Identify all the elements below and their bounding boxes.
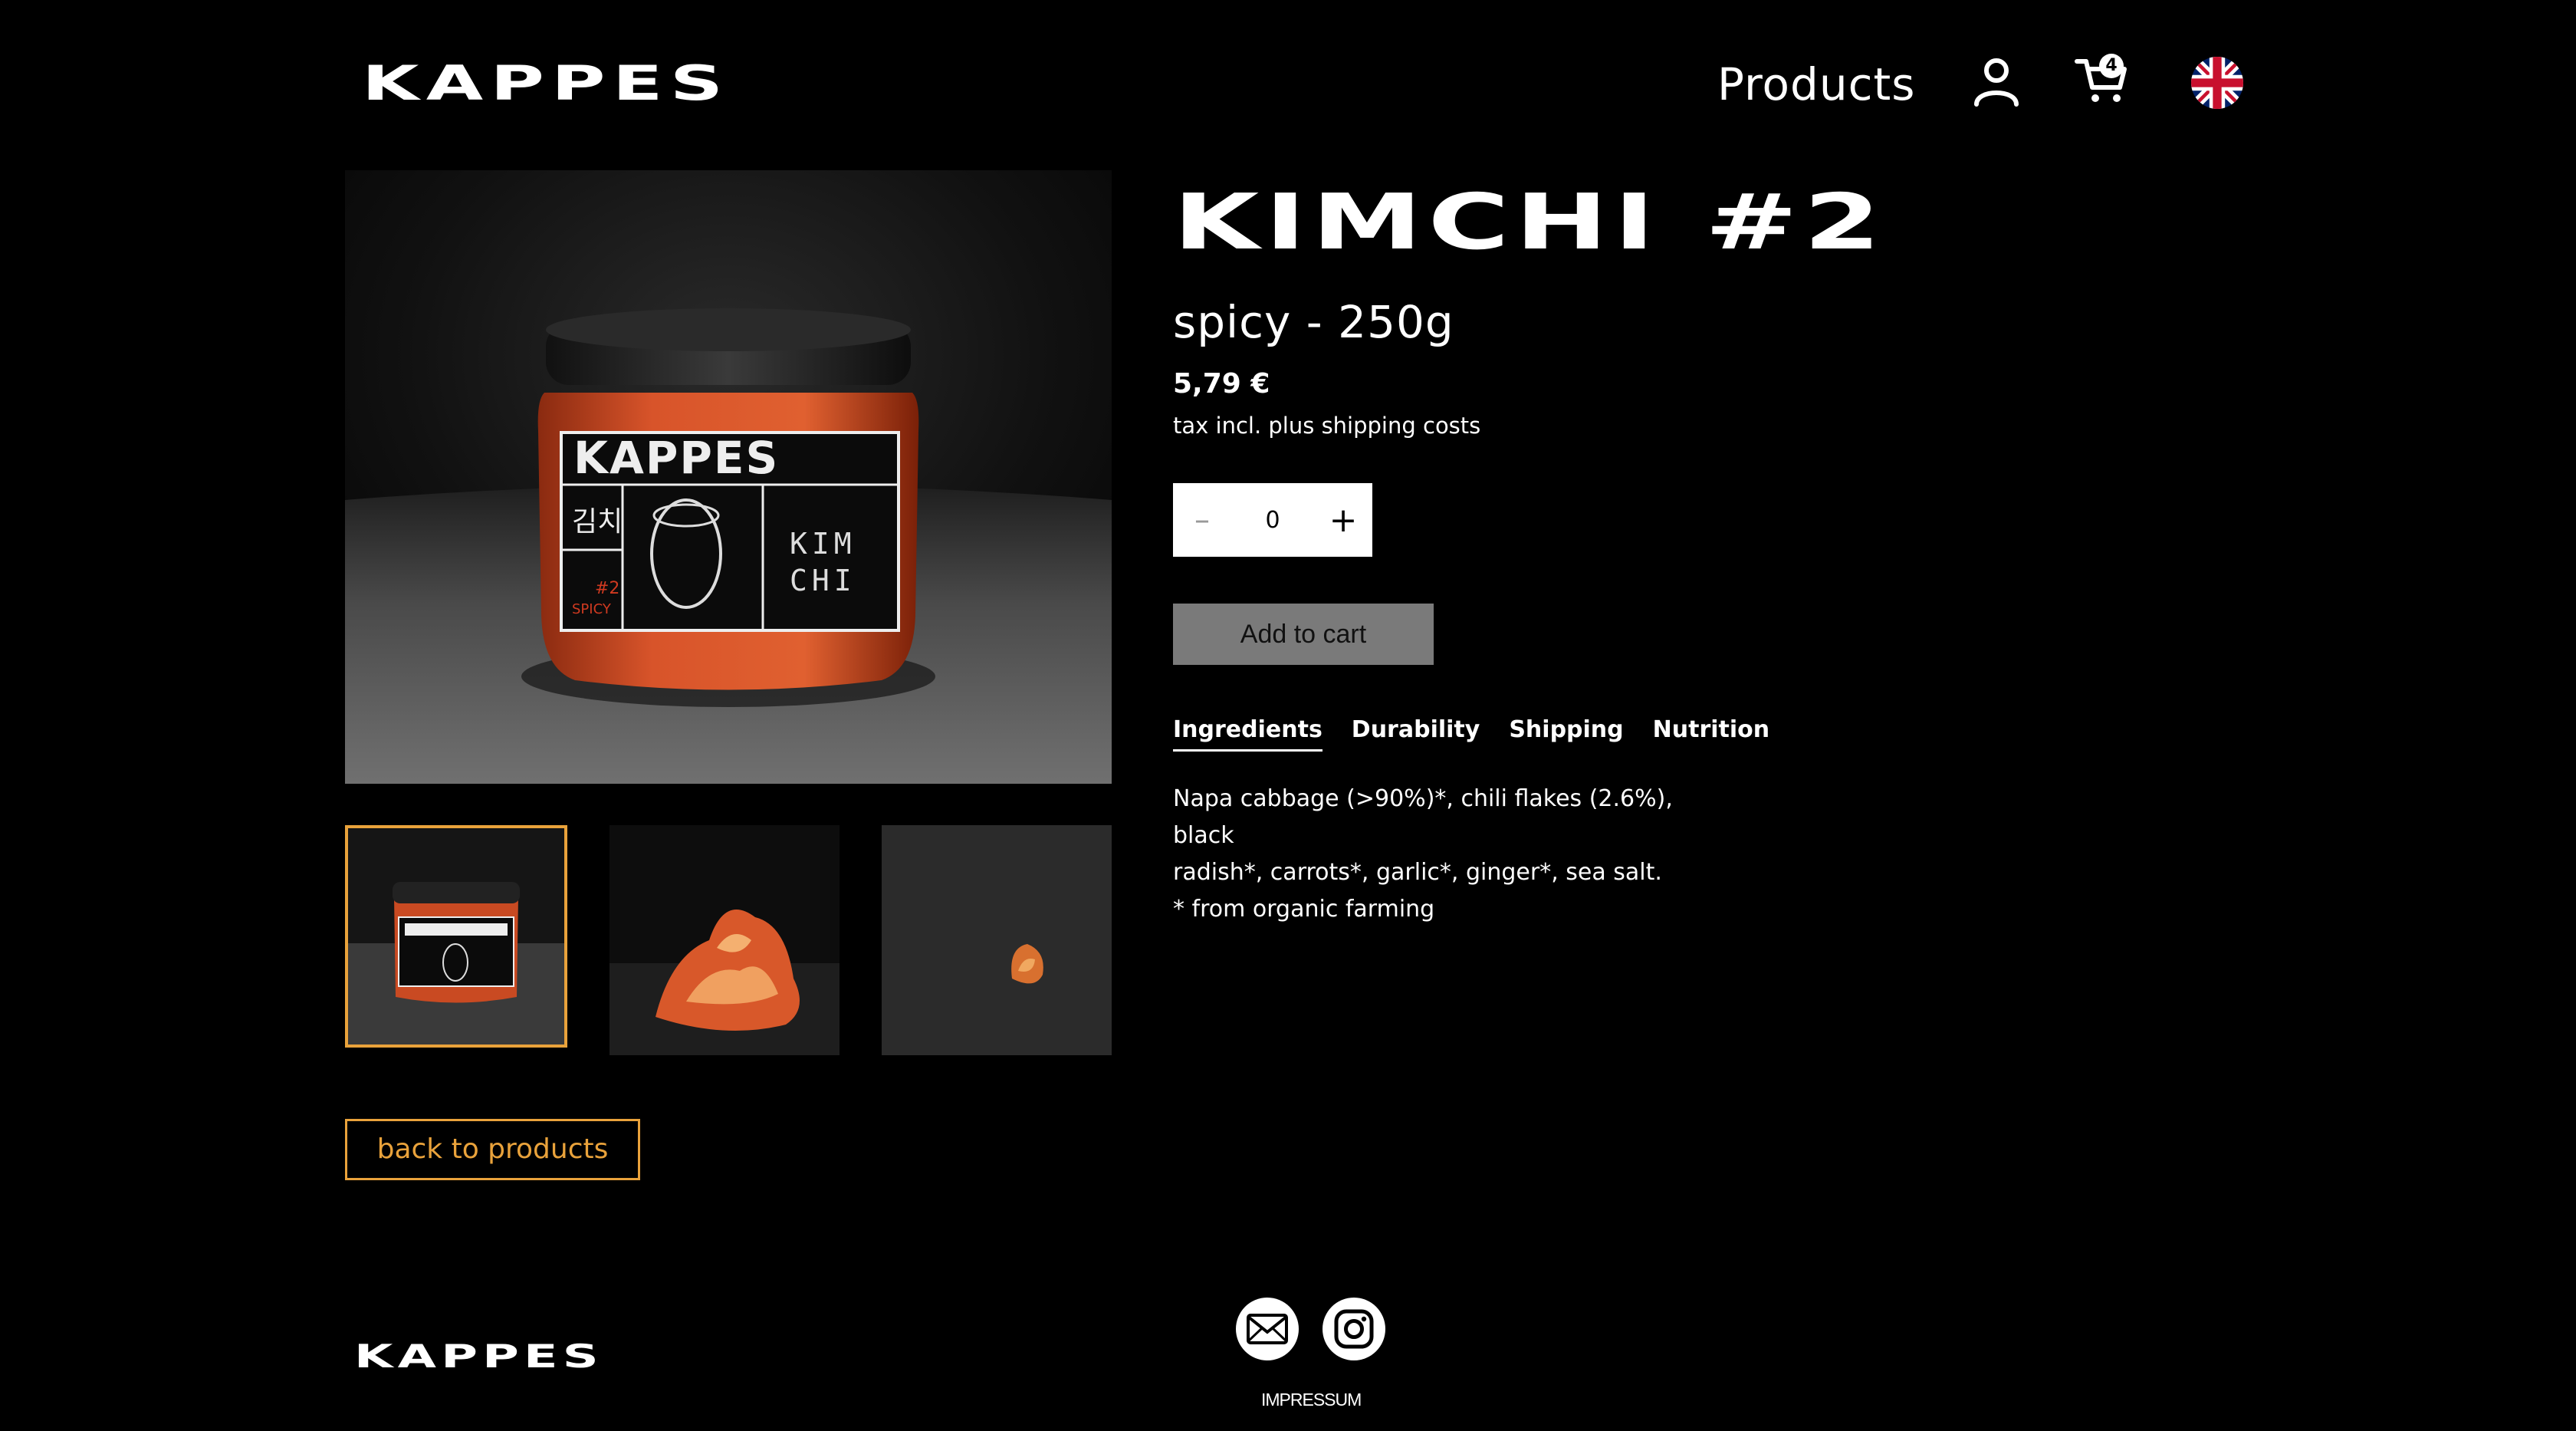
footer-logo[interactable]: KAPPES [354, 1341, 603, 1373]
quantity-decrease-button[interactable]: – [1187, 502, 1217, 538]
product-price: 5,79 € [1173, 368, 1270, 400]
ingredients-line: radish*, carrots*, garlic*, ginger*, sea… [1173, 859, 1662, 886]
tab-ingredients[interactable]: Ingredients [1173, 716, 1322, 752]
impressum-link[interactable]: IMPRESSUM [1261, 1390, 1362, 1410]
product-info-tabs: Ingredients Durability Shipping Nutritio… [1173, 716, 1769, 752]
tax-note: tax incl. plus shipping costs [1173, 413, 1481, 439]
quantity-value[interactable]: 0 [1265, 507, 1280, 534]
quantity-increase-button[interactable]: + [1328, 501, 1359, 540]
tab-nutrition[interactable]: Nutrition [1653, 716, 1769, 752]
thumbnail-kimchi-pile[interactable] [610, 825, 840, 1055]
quantity-stepper[interactable]: – 0 + [1173, 483, 1372, 557]
product-main-image: KAPPES 김치 #2 SPICY KIM CHI [345, 170, 1112, 784]
nav-products-link[interactable]: Products [1717, 58, 1915, 110]
add-to-cart-button[interactable]: Add to cart [1173, 604, 1434, 665]
uk-flag-icon[interactable] [2191, 57, 2243, 109]
back-to-products-button[interactable]: back to products [345, 1119, 640, 1180]
cart-count-badge: 4 [2099, 54, 2124, 78]
organic-note: * from organic farming [1173, 896, 1435, 923]
jar-label-number: #2 [595, 579, 619, 598]
jar-label-brand: KAPPES [573, 432, 779, 484]
user-icon[interactable] [1969, 54, 2024, 109]
thumbnail-jar[interactable] [345, 825, 567, 1048]
jar-label-variant: SPICY [572, 601, 612, 617]
tab-durability[interactable]: Durability [1352, 716, 1480, 752]
thumbnail-kimchi-piece[interactable] [882, 825, 1112, 1055]
product-title: KIMCHI #2 [1173, 177, 1887, 267]
mail-icon[interactable] [1236, 1298, 1299, 1360]
ingredients-text: Napa cabbage (>90%)*, chili flakes (2.6%… [1173, 781, 1725, 928]
site-logo[interactable]: KAPPES [362, 60, 730, 107]
jar-label-kim: KIM [790, 527, 856, 561]
jar-label-chi: CHI [790, 564, 856, 597]
instagram-icon[interactable] [1322, 1298, 1385, 1360]
ingredients-line: Napa cabbage (>90%)*, chili flakes (2.6%… [1173, 785, 1673, 849]
tab-shipping[interactable]: Shipping [1509, 716, 1623, 752]
jar-label-korean: 김치 [572, 506, 623, 538]
product-subtitle: spicy - 250g [1173, 296, 1454, 348]
